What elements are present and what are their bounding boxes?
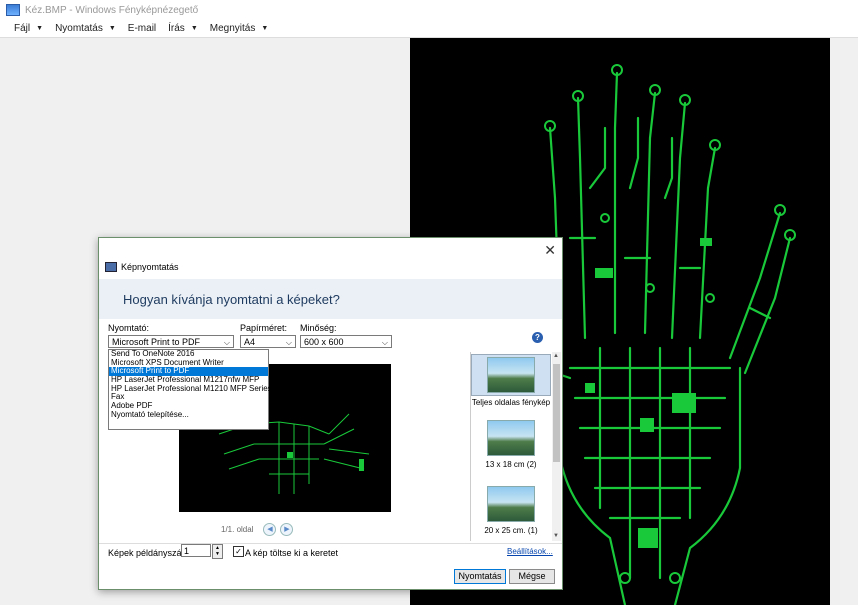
- layout-thumbnail: [487, 420, 535, 456]
- printer-select-value: Microsoft Print to PDF: [112, 337, 201, 347]
- print-button[interactable]: Nyomtatás: [454, 569, 506, 584]
- layout-scrollbar[interactable]: ▲ ▼: [552, 352, 561, 541]
- layout-label: 20 x 25 cm. (1): [484, 526, 538, 535]
- layout-label: Teljes oldalas fénykép: [471, 398, 551, 407]
- menu-burn-label: Írás: [168, 23, 185, 34]
- print-dialog: ✕ Képnyomtatás Hogyan kívánja nyomtatni …: [98, 237, 563, 590]
- printer-dropdown-list: Send To OneNote 2016 Microsoft XPS Docum…: [108, 349, 287, 430]
- photo-viewer-icon: [6, 4, 20, 16]
- printer-icon: [105, 262, 117, 272]
- next-page-icon[interactable]: ▶: [280, 523, 294, 536]
- paper-size-value: A4: [244, 337, 256, 347]
- chevron-down-icon: ⌵: [223, 338, 230, 347]
- printer-label: Nyomtató:: [108, 323, 150, 333]
- fit-frame-checkbox[interactable]: ✓: [233, 546, 244, 557]
- paper-label: Papírméret:: [240, 323, 288, 333]
- dialog-title: Képnyomtatás: [105, 262, 179, 272]
- prev-page-icon[interactable]: ◀: [263, 523, 277, 536]
- menu-bar: Fájl ▼ Nyomtatás ▼ E-mail Írás ▼ Megnyitás ▼: [0, 20, 858, 38]
- paper-size-select[interactable]: A4 ⌵: [240, 335, 296, 348]
- settings-link[interactable]: Beállítások...: [507, 547, 553, 556]
- fit-frame-label: A kép töltse ki a keretet: [245, 548, 339, 558]
- menu-print-label: Nyomtatás: [55, 23, 103, 34]
- chevron-down-icon: ▼: [261, 25, 269, 32]
- menu-print[interactable]: Nyomtatás ▼: [55, 23, 116, 34]
- menu-file-label: Fájl: [14, 23, 31, 34]
- copies-spinner[interactable]: ▲ ▼: [212, 544, 223, 559]
- scrollbar-thumb[interactable]: [553, 364, 560, 462]
- scroll-down-icon[interactable]: ▼: [553, 533, 559, 539]
- layout-list: Teljes oldalas fénykép 13 x 18 cm (2) 20…: [470, 352, 551, 541]
- dialog-header: Hogyan kívánja nyomtatni a képeket?: [99, 279, 562, 319]
- layout-option-20x25[interactable]: 20 x 25 cm. (1): [471, 486, 551, 535]
- help-icon[interactable]: ?: [532, 332, 543, 343]
- menu-burn[interactable]: Írás ▼: [168, 23, 198, 34]
- printer-option[interactable]: Nyomtató telepítése...: [109, 410, 268, 420]
- chevron-down-icon: ▼: [190, 25, 198, 32]
- dialog-title-text: Képnyomtatás: [121, 262, 179, 272]
- layout-option-full-page[interactable]: Teljes oldalas fénykép: [471, 354, 551, 407]
- printer-option[interactable]: HP LaserJet Professional M1210 MFP Serie…: [109, 384, 287, 394]
- quality-select[interactable]: 600 x 600 ⌵: [300, 335, 392, 348]
- dialog-heading: Hogyan kívánja nyomtatni a képeket?: [123, 292, 340, 307]
- cancel-button[interactable]: Mégse: [509, 569, 555, 584]
- chevron-down-icon: ▼: [36, 25, 44, 32]
- divider: [99, 543, 562, 544]
- layout-thumbnail: [487, 486, 535, 522]
- quality-value: 600 x 600: [304, 337, 344, 347]
- scroll-up-icon[interactable]: ▲: [553, 353, 559, 359]
- copies-input[interactable]: 1: [181, 544, 211, 557]
- printer-select[interactable]: Microsoft Print to PDF ⌵: [108, 335, 234, 348]
- title-bar: Kéz.BMP - Windows Fényképnézegető: [0, 0, 858, 20]
- quality-label: Minőség:: [300, 323, 337, 333]
- pager: 1/1. oldal ◀ ▶: [221, 523, 294, 536]
- layout-label: 13 x 18 cm (2): [485, 460, 537, 469]
- menu-open-label: Megnyitás: [209, 23, 256, 34]
- menu-file[interactable]: Fájl ▼: [14, 23, 43, 34]
- page-indicator: 1/1. oldal: [221, 525, 254, 534]
- close-icon[interactable]: ✕: [544, 242, 556, 259]
- layout-thumbnail: [487, 357, 535, 393]
- chevron-down-icon: ⌵: [285, 338, 292, 347]
- menu-email-label: E-mail: [127, 23, 157, 34]
- layout-frame: [471, 354, 551, 396]
- chevron-down-icon: ▼: [108, 25, 116, 32]
- menu-email[interactable]: E-mail: [128, 23, 156, 34]
- chevron-down-icon: ⌵: [381, 338, 388, 347]
- menu-open[interactable]: Megnyitás ▼: [210, 23, 269, 34]
- layout-option-13x18[interactable]: 13 x 18 cm (2): [471, 420, 551, 469]
- window-title: Kéz.BMP - Windows Fényképnézegető: [25, 4, 199, 16]
